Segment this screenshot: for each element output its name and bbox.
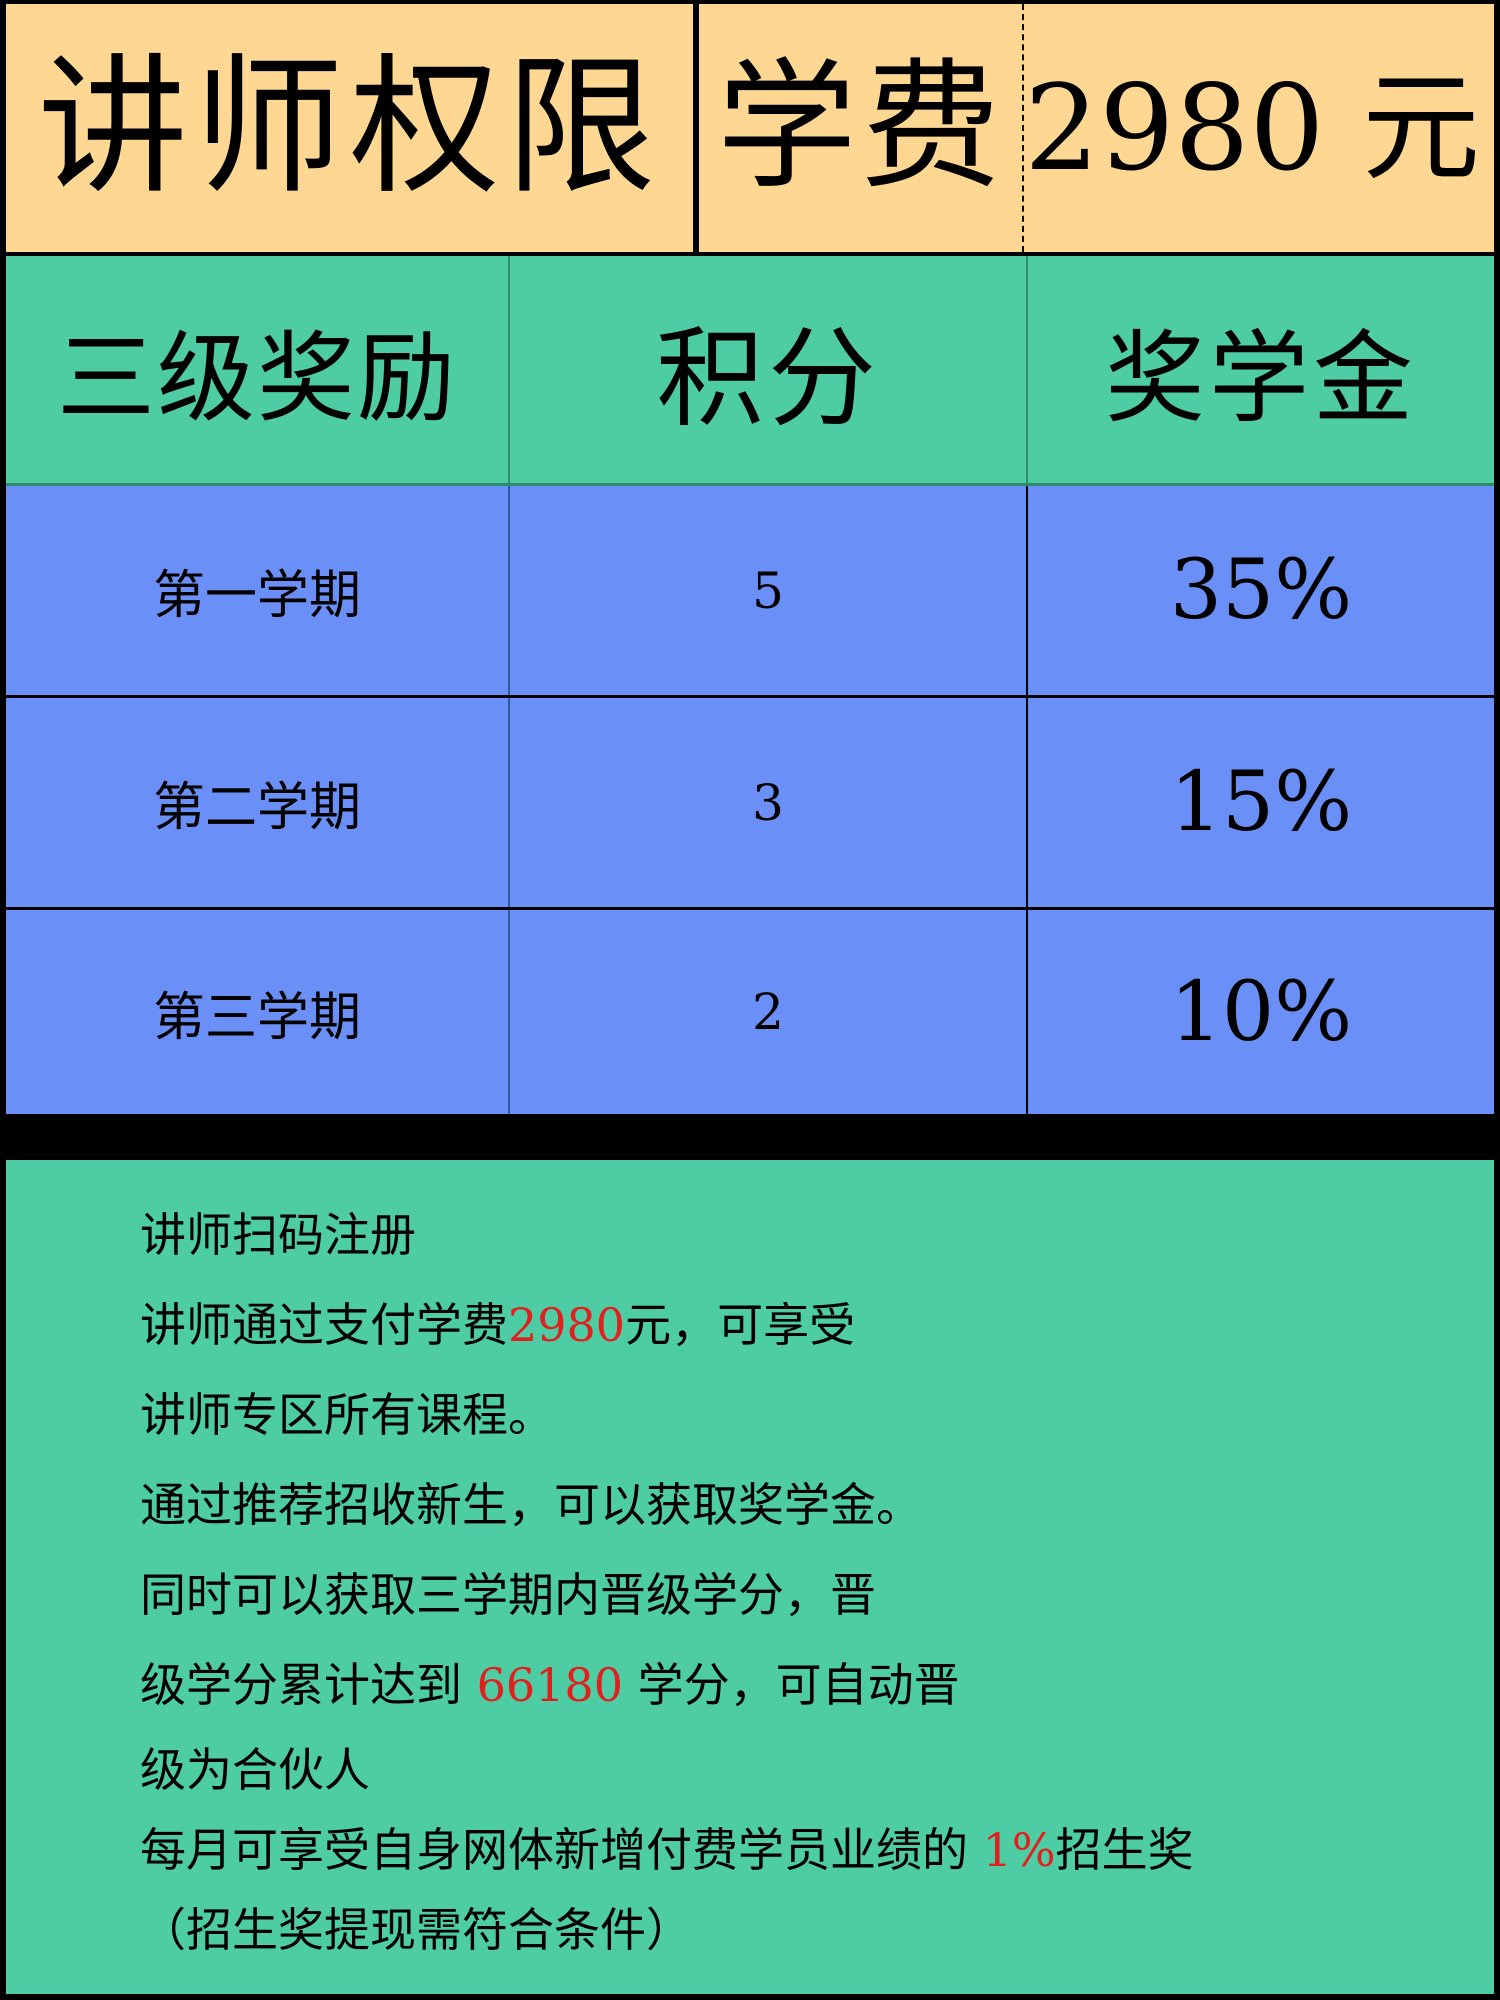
term-cell: 第一学期 bbox=[6, 486, 510, 695]
info-line: 每月可享受自身网体新增付费学员业绩的 1%招生奖 bbox=[140, 1823, 1194, 1877]
info-line: 讲师通过支付学费2980元，可享受 bbox=[140, 1298, 856, 1352]
scholarship-cell: 10% bbox=[1169, 964, 1353, 1060]
column-header: 三级奖励 bbox=[6, 256, 510, 483]
header-row: 讲师权限 学费 2980 元 bbox=[6, 4, 1494, 252]
info-block: 讲师扫码注册 讲师通过支付学费2980元，可享受 讲师专区所有课程。 通过推荐招… bbox=[6, 1160, 1494, 1994]
points-cell: 5 bbox=[510, 486, 1028, 695]
table-row: 第三学期 2 10% bbox=[6, 910, 1494, 1122]
reward-table: 三级奖励 积分 奖学金 第一学期 5 35% 第二学期 3 15% 第三学期 2… bbox=[6, 256, 1494, 1122]
info-line: （招生奖提现需符合条件） bbox=[140, 1903, 692, 1957]
poster: 讲师权限 学费 2980 元 三级奖励 积分 奖学金 第一学期 5 35% 第二… bbox=[0, 0, 1500, 2000]
table-header-row: 三级奖励 积分 奖学金 bbox=[6, 256, 1494, 486]
title-cell: 讲师权限 bbox=[6, 4, 700, 252]
scholarship-cell: 35% bbox=[1169, 543, 1353, 638]
page-title: 讲师权限 bbox=[37, 41, 662, 215]
fee-highlight: 2980 bbox=[508, 1298, 626, 1352]
table-row: 第二学期 3 15% bbox=[6, 698, 1494, 910]
fee-value-cell: 2980 元 bbox=[1024, 4, 1494, 252]
scholarship-cell: 15% bbox=[1169, 755, 1353, 850]
info-line: 同时可以获取三学期内晋级学分，晋 bbox=[140, 1568, 876, 1622]
term-cell: 第二学期 bbox=[6, 698, 510, 907]
points-cell: 3 bbox=[510, 698, 1028, 907]
info-line: 讲师专区所有课程。 bbox=[140, 1388, 554, 1442]
points-cell: 2 bbox=[510, 910, 1028, 1114]
info-line: 级学分累计达到 66180 学分，可自动晋 bbox=[140, 1658, 960, 1712]
info-line: 级为合伙人 bbox=[140, 1743, 370, 1797]
info-line: 讲师扫码注册 bbox=[140, 1208, 416, 1262]
percent-highlight: 1% bbox=[982, 1823, 1056, 1877]
column-header: 奖学金 bbox=[1105, 320, 1417, 437]
credits-highlight: 66180 bbox=[476, 1658, 623, 1712]
fee-label: 学费 bbox=[716, 46, 1005, 209]
table-row: 第一学期 5 35% bbox=[6, 486, 1494, 698]
fee-value: 2980 元 bbox=[1024, 59, 1480, 197]
column-header: 积分 bbox=[510, 256, 1028, 483]
fee-label-cell: 学费 bbox=[699, 4, 1025, 252]
term-cell: 第三学期 bbox=[6, 910, 510, 1114]
info-line: 通过推荐招收新生，可以获取奖学金。 bbox=[140, 1478, 922, 1532]
